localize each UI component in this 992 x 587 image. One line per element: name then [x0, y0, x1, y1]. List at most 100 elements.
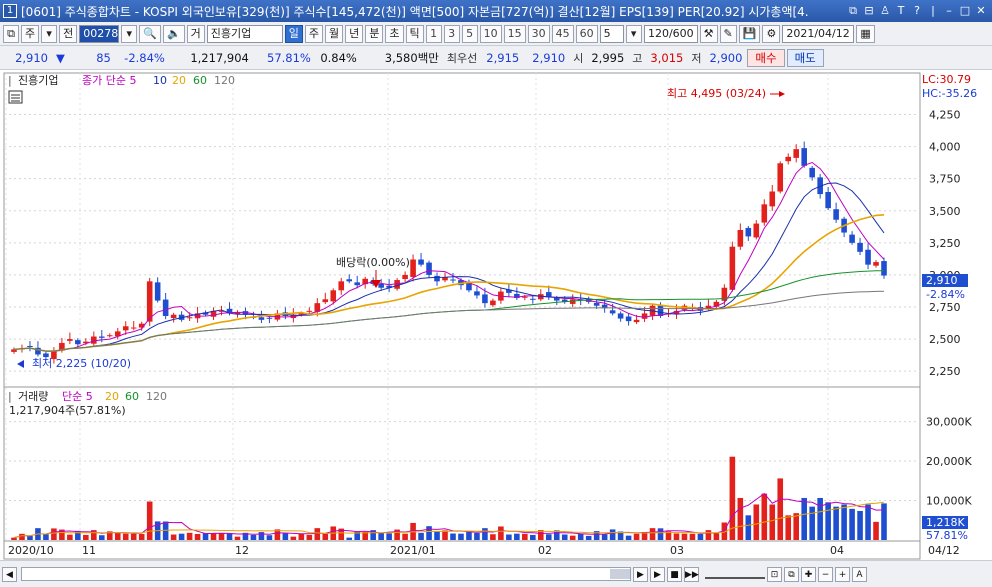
scroll-left-icon[interactable]: ◀	[2, 566, 17, 582]
volume-bar	[689, 533, 696, 540]
high-label: 고	[632, 51, 643, 65]
volume-bar	[705, 530, 712, 540]
minute-30[interactable]: 30	[527, 24, 550, 43]
candle-body	[330, 290, 337, 302]
volume-bar	[346, 537, 353, 540]
volume-bar	[418, 532, 424, 540]
volume-bar	[761, 493, 768, 540]
stop-icon[interactable]: ■	[667, 566, 682, 582]
minimize-icon[interactable]: –	[942, 4, 956, 18]
candle-body	[170, 314, 177, 319]
calendar-icon[interactable]: ▦	[856, 24, 875, 43]
volume-bar	[713, 533, 720, 540]
layout-icon[interactable]: ⊟	[862, 4, 876, 18]
minute-3[interactable]: 3	[443, 24, 460, 43]
code-dropdown-icon[interactable]: ▾	[121, 24, 138, 43]
volume-bar	[753, 504, 760, 540]
draw-icon[interactable]: ✎	[719, 24, 737, 43]
window-title: [0601] 주식종합차트 - KOSPI 외국인보유[329(천)] 주식수[…	[21, 4, 809, 19]
candle-body	[729, 246, 736, 290]
close-icon[interactable]: ✕	[974, 4, 988, 18]
stock-chart[interactable]: 4,2504,0003,7503,5003,2503,0002,7502,500…	[0, 70, 992, 560]
volume-bar	[825, 502, 831, 540]
scroll-thumb[interactable]	[610, 569, 630, 579]
prefix-button[interactable]: 전	[59, 24, 78, 43]
candle-body	[761, 204, 768, 223]
volume-tick-label: 20,000K	[926, 455, 972, 468]
stock-code-input[interactable]: 002780	[79, 24, 125, 43]
period-month[interactable]: 월	[325, 24, 344, 43]
period-tick[interactable]: 틱	[405, 24, 424, 43]
maximize-icon[interactable]: □	[958, 4, 972, 18]
sound-icon[interactable]: 🔈	[162, 24, 185, 43]
pin-icon[interactable]: ♙	[878, 4, 892, 18]
count-select[interactable]: 5	[599, 24, 624, 43]
buy-button[interactable]: 매수	[747, 48, 785, 67]
crosshair-icon[interactable]: ✚	[801, 566, 816, 582]
sell-button[interactable]: 매도	[786, 48, 824, 67]
horizontal-scrollbar[interactable]	[21, 567, 631, 581]
candle-body	[609, 310, 616, 314]
zoom-out-icon[interactable]: −	[818, 566, 833, 582]
period-day[interactable]: 일	[284, 24, 303, 43]
count-dropdown-icon[interactable]: ▾	[625, 24, 642, 43]
price-change: 85	[96, 50, 111, 65]
volume-tick-label: 30,000K	[926, 416, 972, 429]
scroll-right-icon[interactable]: ▶	[633, 566, 648, 582]
separator-icon: |	[931, 4, 935, 17]
zoom-slider[interactable]	[705, 569, 765, 579]
x-axis-frame	[3, 540, 921, 560]
candle-body	[410, 259, 416, 277]
candle-body	[745, 227, 752, 237]
market-dropdown-icon[interactable]: ▾	[41, 24, 58, 43]
candle-body	[394, 280, 400, 289]
play-icon[interactable]: ▶	[650, 566, 665, 582]
zoom-in-icon[interactable]: +	[835, 566, 850, 582]
volume-bar	[506, 534, 512, 540]
candle-body	[785, 156, 792, 162]
period-year[interactable]: 년	[345, 24, 364, 43]
save-icon[interactable]: 💾	[738, 24, 761, 43]
minute-1[interactable]: 1	[425, 24, 442, 43]
low-annotation: 최저 2,225 (10/20)	[32, 357, 131, 370]
date-field[interactable]: 2021/04/12	[782, 24, 855, 43]
minute-15[interactable]: 15	[503, 24, 526, 43]
search-icon[interactable]: 🔍	[139, 24, 161, 43]
minute-5[interactable]: 5	[461, 24, 478, 43]
minute-10[interactable]: 10	[479, 24, 502, 43]
period-minute[interactable]: 분	[365, 24, 384, 43]
volume-bar	[114, 532, 121, 540]
candle-body	[322, 299, 329, 303]
help-icon[interactable]: ?	[910, 4, 924, 18]
window-link-icon[interactable]: ⧉	[3, 24, 19, 43]
minute-45[interactable]: 45	[551, 24, 574, 43]
indicator-icon[interactable]: ⚒	[699, 24, 718, 43]
settings-icon[interactable]: ⚙	[762, 24, 781, 43]
volume-bar	[83, 534, 89, 540]
open-label: 시	[573, 51, 584, 65]
chart-type-icon[interactable]: ⧉	[784, 566, 799, 582]
candle-body	[793, 149, 800, 158]
candle-body	[522, 296, 528, 298]
market-select[interactable]: 주	[21, 24, 40, 43]
period-week[interactable]: 주	[304, 24, 324, 43]
fast-forward-icon[interactable]: ▶▶	[684, 566, 699, 582]
period-second[interactable]: 초	[385, 24, 404, 43]
candle-body	[466, 283, 472, 291]
range-field[interactable]: 120/600	[643, 24, 698, 43]
stock-name-field[interactable]: 진흥기업	[206, 24, 283, 43]
candle-body	[162, 299, 169, 316]
chart-area[interactable]: 4,2504,0003,7503,5003,2503,0002,7502,500…	[0, 70, 992, 560]
font-size-icon[interactable]: A	[852, 566, 867, 582]
zoom-fit-icon[interactable]: ⊡	[767, 566, 782, 582]
high-price: 3,015	[650, 50, 684, 65]
text-icon[interactable]: T	[894, 4, 908, 18]
volume-legend-ma60: 60	[125, 390, 139, 403]
price-tick-label: 2,500	[929, 333, 961, 346]
type-button[interactable]: 거	[186, 24, 205, 43]
turnover: 0.84%	[320, 50, 357, 65]
minute-60[interactable]: 60	[575, 24, 598, 43]
restore-icon[interactable]: ⧉	[846, 4, 860, 18]
volume-bar	[378, 533, 384, 540]
x-tick-label: 2021/01	[390, 544, 436, 557]
